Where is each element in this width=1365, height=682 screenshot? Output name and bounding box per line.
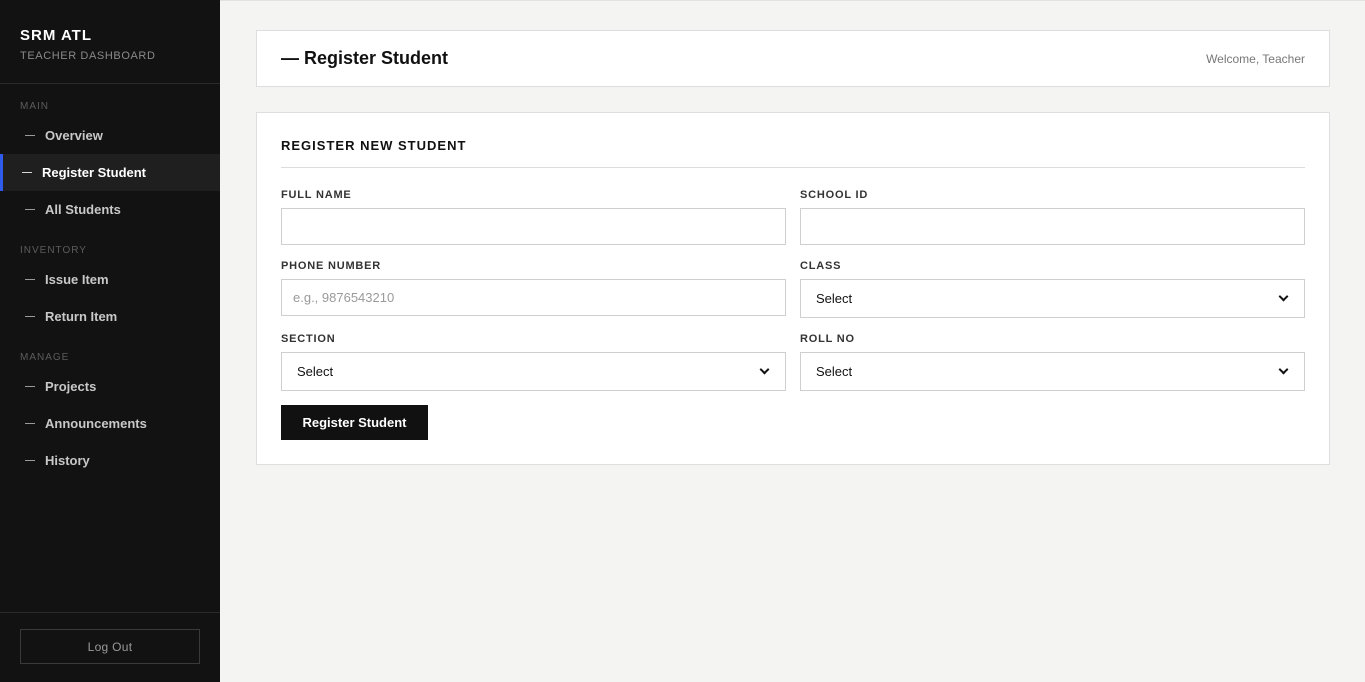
- nav-section-inventory: INVENTORY: [20, 245, 87, 256]
- logout-button[interactable]: Log Out: [20, 629, 200, 664]
- brand-title: SRM ATL: [20, 27, 92, 44]
- sidebar-item-return-item[interactable]: Return Item: [0, 298, 220, 335]
- sidebar: SRM ATL TEACHER DASHBOARD MAIN Overview …: [0, 0, 220, 682]
- form-title: REGISTER NEW STUDENT: [281, 138, 467, 153]
- phone-number-input[interactable]: [281, 279, 786, 316]
- chevron-down-icon: [1278, 291, 1289, 302]
- dash-icon: [25, 423, 35, 424]
- register-student-button[interactable]: Register Student: [281, 405, 428, 440]
- sidebar-item-label: Register Student: [42, 165, 147, 180]
- page-header: — Register Student Welcome, Teacher: [256, 30, 1330, 87]
- register-form-card: REGISTER NEW STUDENT FULL NAME SCHOOL ID…: [256, 112, 1330, 465]
- roll-no-label: ROLL NO: [800, 333, 855, 345]
- welcome-text: Welcome, Teacher: [1206, 51, 1305, 66]
- dash-icon: [25, 135, 35, 136]
- sidebar-item-all-students[interactable]: All Students: [0, 191, 220, 228]
- sidebar-item-announcements[interactable]: Announcements: [0, 405, 220, 442]
- section-label: SECTION: [281, 333, 336, 345]
- full-name-label: FULL NAME: [281, 189, 352, 201]
- sidebar-item-register-student[interactable]: Register Student: [0, 154, 220, 191]
- sidebar-item-label: Return Item: [45, 309, 118, 324]
- roll-no-select[interactable]: Select: [800, 352, 1305, 391]
- sidebar-item-history[interactable]: History: [0, 442, 220, 479]
- sidebar-item-label: History: [45, 453, 90, 468]
- sidebar-item-overview[interactable]: Overview: [0, 117, 220, 154]
- chevron-down-icon: [1278, 364, 1289, 375]
- main-content: — Register Student Welcome, Teacher REGI…: [220, 0, 1365, 682]
- dash-icon: [22, 172, 32, 173]
- nav-section-main: MAIN: [20, 101, 49, 112]
- chevron-down-icon: [759, 364, 770, 375]
- nav-section-manage: MANAGE: [20, 352, 70, 363]
- dash-icon: [25, 460, 35, 461]
- sidebar-item-label: Announcements: [45, 416, 147, 431]
- class-select[interactable]: Select: [800, 279, 1305, 318]
- roll-no-select-value: Select: [816, 364, 853, 379]
- full-name-input[interactable]: [281, 208, 786, 245]
- sidebar-item-label: Projects: [45, 379, 97, 394]
- sidebar-item-projects[interactable]: Projects: [0, 368, 220, 405]
- section-select-value: Select: [297, 364, 334, 379]
- dash-icon: [25, 386, 35, 387]
- dash-icon: [25, 279, 35, 280]
- page-title: — Register Student: [281, 48, 449, 68]
- divider: [281, 167, 1305, 168]
- brand-subtitle: TEACHER DASHBOARD: [20, 50, 156, 62]
- class-label: CLASS: [800, 260, 842, 272]
- sidebar-footer: Log Out: [0, 612, 220, 682]
- brand: SRM ATL TEACHER DASHBOARD: [0, 0, 220, 84]
- dash-icon: [25, 316, 35, 317]
- class-select-value: Select: [816, 291, 853, 306]
- sidebar-item-label: All Students: [45, 202, 121, 217]
- section-select[interactable]: Select: [281, 352, 786, 391]
- sidebar-item-issue-item[interactable]: Issue Item: [0, 261, 220, 298]
- school-id-label: SCHOOL ID: [800, 189, 869, 201]
- dash-icon: [25, 209, 35, 210]
- school-id-input[interactable]: [800, 208, 1305, 245]
- sidebar-item-label: Issue Item: [45, 272, 109, 287]
- sidebar-item-label: Overview: [45, 128, 103, 143]
- phone-number-label: PHONE NUMBER: [281, 260, 382, 272]
